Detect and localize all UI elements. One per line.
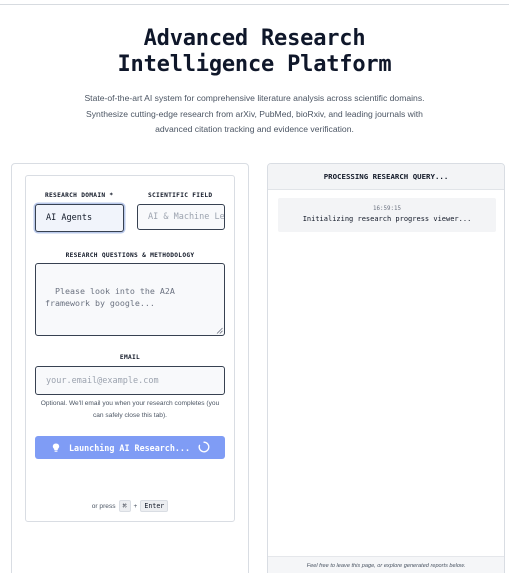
research-domain-value: AI Agents bbox=[46, 213, 93, 223]
log-message: Initializing research progress viewer... bbox=[302, 215, 472, 223]
email-note: Optional. We'll email you when your rese… bbox=[35, 398, 225, 422]
page-subtitle-line-2: Synthesize cutting-edge research from ar… bbox=[86, 108, 423, 119]
progress-footer-text: Feel free to leave this page, or explore… bbox=[306, 563, 466, 569]
page-subtitle-line-1: State-of-the-art AI system for comprehen… bbox=[84, 93, 425, 103]
hint-prefix: or press bbox=[91, 502, 116, 510]
progress-header-label: PROCESSING RESEARCH QUERY... bbox=[323, 172, 449, 181]
page-subtitle-line-3: advanced citation tracking and evidence … bbox=[155, 124, 354, 134]
log-timestamp: 16:59:15 bbox=[373, 206, 401, 212]
lightbulb-icon bbox=[52, 443, 60, 452]
top-divider bbox=[0, 4, 509, 5]
page-title: Advanced Research Intelligence Platform bbox=[0, 26, 509, 78]
spinner-icon bbox=[198, 441, 210, 453]
scientific-field-label: SCIENTIFIC FIELD bbox=[148, 192, 213, 199]
resize-handle-icon[interactable] bbox=[216, 327, 223, 334]
progress-footer: Feel free to leave this page, or explore… bbox=[268, 556, 504, 573]
launch-research-button[interactable]: Launching AI Research... bbox=[35, 436, 225, 459]
scientific-field-placeholder: AI & Machine Le bbox=[148, 212, 225, 222]
page-subtitle: State-of-the-art AI system for comprehen… bbox=[66, 91, 443, 138]
research-questions-textarea[interactable]: Please look into the A2A framework by go… bbox=[35, 263, 225, 336]
page-title-line-1: Advanced Research bbox=[143, 26, 366, 51]
research-questions-label: RESEARCH QUESTIONS & METHODOLOGY bbox=[65, 252, 195, 259]
launch-research-label: Launching AI Research... bbox=[69, 442, 191, 453]
enter-key: Enter bbox=[140, 500, 169, 512]
research-domain-label: RESEARCH DOMAIN * bbox=[45, 192, 114, 199]
research-domain-input[interactable]: AI Agents bbox=[35, 204, 124, 232]
page-title-line-2: Intelligence Platform bbox=[117, 52, 392, 77]
research-questions-placeholder: Please look into the A2A framework by go… bbox=[45, 285, 180, 309]
email-placeholder: your.email@example.com bbox=[46, 375, 159, 386]
progress-header: PROCESSING RESEARCH QUERY... bbox=[268, 164, 504, 190]
email-note-line-1: Optional. We'll email you when your rese… bbox=[40, 400, 220, 407]
email-input[interactable]: your.email@example.com bbox=[35, 366, 225, 395]
command-key: ⌘ bbox=[118, 500, 131, 512]
email-label: EMAIL bbox=[119, 354, 141, 361]
scientific-field-input[interactable]: AI & Machine Le bbox=[137, 204, 225, 230]
email-note-line-2: can safely close this tab). bbox=[92, 412, 168, 419]
hint-plus: + bbox=[133, 502, 138, 510]
log-entry: 16:59:15 Initializing research progress … bbox=[278, 198, 496, 232]
research-progress-panel: PROCESSING RESEARCH QUERY... 16:59:15 In… bbox=[267, 163, 505, 573]
keyboard-shortcut-hint: or press ⌘ + Enter bbox=[35, 500, 225, 512]
